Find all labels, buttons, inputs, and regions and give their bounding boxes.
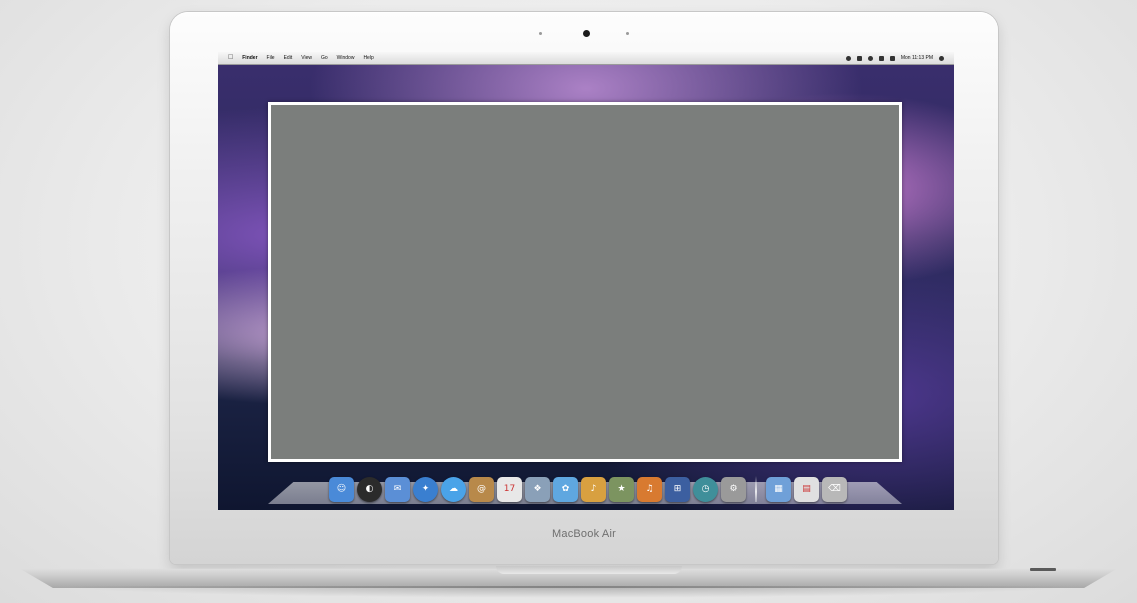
trash-icon[interactable]: ⌫ [822, 477, 847, 502]
address-book-icon[interactable]: @ [469, 477, 494, 502]
imovie-icon[interactable]: ★ [609, 477, 634, 502]
garageband-icon[interactable]: ♫ [637, 477, 662, 502]
time-machine-icon[interactable]: ◷ [693, 477, 718, 502]
wifi-menu-icon[interactable] [867, 55, 873, 61]
laptop-screen:  Finder File Edit View Go Window Help M… [218, 52, 954, 510]
menu-bar:  Finder File Edit View Go Window Help M… [218, 52, 954, 65]
menu-item-view[interactable]: View [301, 52, 312, 64]
menu-item-help[interactable]: Help [363, 52, 373, 64]
documents-stack-icon[interactable]: ▤ [794, 477, 819, 502]
ichat-icon[interactable]: ☁ [441, 477, 466, 502]
menu-item-window[interactable]: Window [337, 52, 355, 64]
preview-icon[interactable]: ❖ [525, 477, 550, 502]
lid-opening-notch [496, 566, 682, 574]
side-port [1030, 568, 1056, 571]
camera-indicator-light [626, 32, 629, 35]
iphoto-icon[interactable]: ✿ [553, 477, 578, 502]
menu-bar-left:  Finder File Edit View Go Window Help [228, 52, 374, 64]
spotlight-search-icon[interactable] [939, 55, 944, 61]
menu-item-finder[interactable]: Finder [242, 52, 257, 64]
dock-separator [755, 476, 757, 502]
apple-menu-icon[interactable]:  [228, 52, 233, 64]
ical-icon[interactable]: 17 [497, 477, 522, 502]
volume-menu-icon[interactable] [878, 55, 884, 61]
ambient-light-sensor [539, 32, 542, 35]
itunes-icon[interactable]: ♪ [581, 477, 606, 502]
time-machine-menu-icon[interactable] [845, 55, 851, 61]
brand-label: MacBook Air [552, 528, 616, 540]
bluetooth-menu-icon[interactable] [856, 55, 862, 61]
laptop-shadow [60, 586, 1077, 598]
menu-item-go[interactable]: Go [321, 52, 328, 64]
mail-icon[interactable]: ✉ [385, 477, 410, 502]
dock: ☺ ◐ ✉ ✦ ☁ @17 ❖ ✿ ♪ ★ ♫ ⊞ ◷ ⚙ ▦ ▤ ⌫ [288, 468, 888, 502]
system-preferences-icon[interactable]: ⚙ [721, 477, 746, 502]
dashboard-icon[interactable]: ◐ [357, 477, 382, 502]
finder-icon[interactable]: ☺ [329, 477, 354, 502]
menu-item-file[interactable]: File [267, 52, 275, 64]
safari-icon[interactable]: ✦ [413, 477, 438, 502]
spaces-icon[interactable]: ⊞ [665, 477, 690, 502]
laptop-lid:  Finder File Edit View Go Window Help M… [170, 12, 998, 564]
placeholder-window [268, 102, 902, 462]
menu-bar-clock[interactable]: Mon 11:13 PM [901, 52, 933, 64]
applications-folder-icon[interactable]: ▦ [766, 477, 791, 502]
isight-camera [583, 30, 590, 37]
menu-bar-right: Mon 11:13 PM [845, 52, 944, 64]
menu-item-edit[interactable]: Edit [284, 52, 293, 64]
battery-menu-icon[interactable] [889, 55, 895, 61]
